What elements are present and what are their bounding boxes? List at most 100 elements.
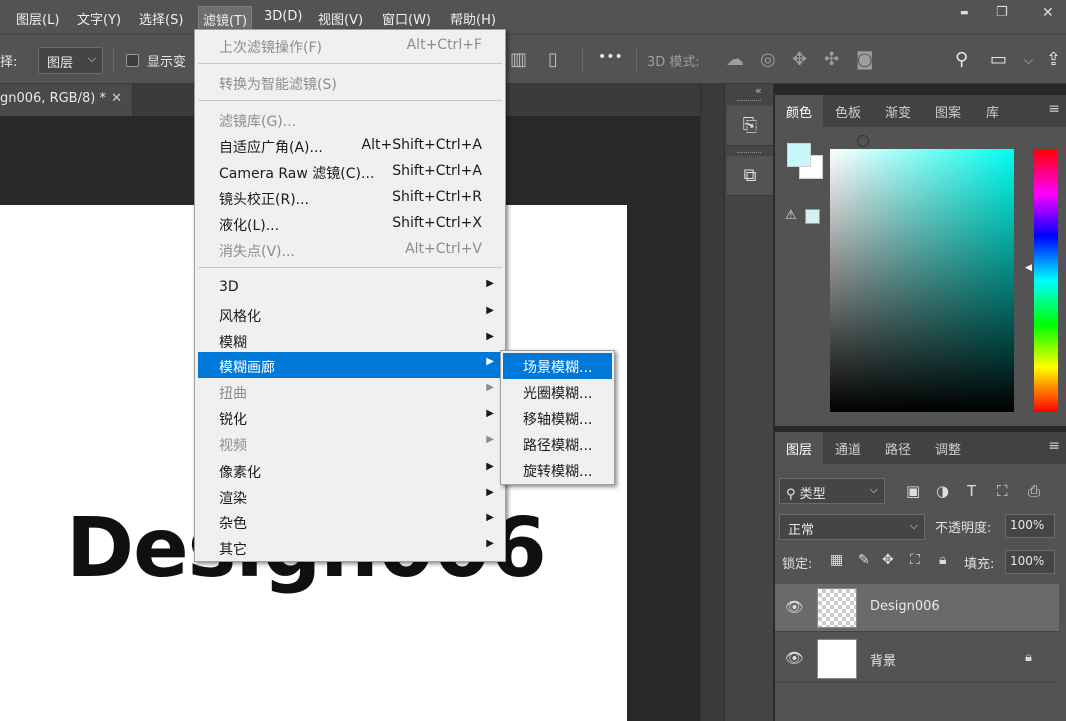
warning-icon[interactable]: ⚠ <box>785 208 797 223</box>
panel-grip[interactable] <box>737 152 761 155</box>
color-picker-cursor[interactable] <box>857 135 869 147</box>
hue-slider-handle[interactable]: ◀ <box>1025 263 1032 273</box>
minimize-button[interactable]: ▬ <box>946 0 986 28</box>
layer-row[interactable]: 👁︎ Design006 <box>775 584 1059 632</box>
menu-bar: 图层(L) 文字(Y) 选择(S) 滤镜(T) 3D(D) 视图(V) 窗口(W… <box>0 0 1066 34</box>
tab-color[interactable]: 颜色 <box>775 95 824 127</box>
menu-item-iris-blur[interactable]: 光圈模糊... <box>503 379 612 405</box>
lock-transparent-icon[interactable]: ▦ <box>830 552 843 568</box>
menu-item-blur[interactable]: 模糊 ▶ <box>198 327 502 353</box>
menu-3d[interactable]: 3D(D) <box>264 9 302 24</box>
lock-position-icon[interactable]: ✥ <box>882 552 894 568</box>
lock-all-icon[interactable]: 🔒︎ <box>939 552 946 568</box>
layer-row[interactable]: 👁︎ 背景 🔒︎ <box>775 635 1059 683</box>
layer-filter-select[interactable]: ⚲ 类型 ⌵ <box>779 478 885 504</box>
menu-select[interactable]: 选择(S) <box>139 9 183 28</box>
panel-menu-icon[interactable]: ≡ <box>1048 438 1060 454</box>
menu-item-path-blur[interactable]: 路径模糊... <box>503 431 612 457</box>
3d-orbit-icon[interactable]: ☁ <box>726 49 744 70</box>
menu-item-lens-correction[interactable]: 镜头校正(R)... Shift+Ctrl+R <box>198 184 502 210</box>
history-panel-button[interactable]: ⎘ <box>727 106 773 146</box>
panel-menu-icon[interactable]: ≡ <box>1048 101 1060 117</box>
vertical-scrollbar[interactable] <box>700 84 724 721</box>
3d-roll-icon[interactable]: ◎ <box>760 49 776 70</box>
menu-item-stylize[interactable]: 风格化 ▶ <box>198 301 502 327</box>
menu-item-other[interactable]: 其它 ▶ <box>198 534 502 560</box>
share-icon[interactable]: ⇪ <box>1046 49 1061 70</box>
filter-pixel-icon[interactable]: ▣ <box>906 482 920 500</box>
tab-channels[interactable]: 通道 <box>824 432 872 464</box>
chevron-down-icon[interactable]: ⌵ <box>1024 53 1033 68</box>
menu-window[interactable]: 窗口(W) <box>382 9 431 28</box>
menu-item-sharpen[interactable]: 锐化 ▶ <box>198 404 502 430</box>
search-icon[interactable]: ⚲ <box>955 49 968 70</box>
menu-type[interactable]: 文字(Y) <box>77 9 121 28</box>
cube-icon: ⧉ <box>743 165 757 186</box>
opacity-input[interactable]: 100% <box>1005 514 1055 538</box>
menu-item-pixelate[interactable]: 像素化 ▶ <box>198 457 502 483</box>
tab-layers[interactable]: 图层 <box>775 432 824 464</box>
menu-item-distort[interactable]: 扭曲 ▶ <box>198 378 502 404</box>
submenu-arrow-icon: ▶ <box>486 512 494 523</box>
menu-item-liquify[interactable]: 液化(L)... Shift+Ctrl+X <box>198 210 502 236</box>
filter-smart-object-icon[interactable]: ⎙ <box>1028 482 1040 500</box>
menu-item-noise[interactable]: 杂色 ▶ <box>198 508 502 534</box>
3d-mode-label: 3D 模式: <box>647 55 700 70</box>
menu-item-vanishing-point[interactable]: 消失点(V)... Alt+Ctrl+V <box>198 236 502 262</box>
menu-item-spin-blur[interactable]: 旋转模糊... <box>503 457 612 483</box>
blend-mode-select[interactable]: 正常 ⌵ <box>779 514 925 540</box>
menu-item-video[interactable]: 视频 ▶ <box>198 430 502 456</box>
align-distribute-icon[interactable]: ▥ <box>510 49 527 70</box>
menu-view[interactable]: 视图(V) <box>318 9 363 28</box>
fill-input[interactable]: 100% <box>1005 550 1055 574</box>
tab-swatches[interactable]: 色板 <box>824 95 872 127</box>
close-icon[interactable]: ✕ <box>111 91 122 106</box>
filter-type-icon[interactable]: T <box>967 482 976 500</box>
3d-slide-icon[interactable]: ✣ <box>824 49 839 70</box>
layer-thumbnail <box>817 588 857 628</box>
close-window-button[interactable]: ✕ <box>1028 0 1066 28</box>
menu-item-filter-gallery[interactable]: 滤镜库(G)... <box>198 106 502 132</box>
filter-adjustment-icon[interactable]: ◑ <box>936 482 949 500</box>
web-safe-color-swatch[interactable] <box>805 209 820 224</box>
menu-item-adaptive-wide-angle[interactable]: 自适应广角(A)... Alt+Shift+Ctrl+A <box>198 132 502 158</box>
workspace-icon[interactable]: ▭ <box>990 49 1007 70</box>
color-field[interactable] <box>830 149 1014 412</box>
menu-item-3d[interactable]: 3D ▶ <box>198 274 502 300</box>
blur-gallery-submenu: 场景模糊... 光圈模糊... 移轴模糊... 路径模糊... 旋转模糊... <box>500 350 615 485</box>
eye-icon[interactable]: 👁︎ <box>785 598 804 616</box>
tab-adjustments[interactable]: 调整 <box>924 432 972 464</box>
tab-libraries[interactable]: 库 <box>975 95 1010 127</box>
menu-item-camera-raw[interactable]: Camera Raw 滤镜(C)... Shift+Ctrl+A <box>198 158 502 184</box>
menu-item-last-filter[interactable]: 上次滤镜操作(F) Alt+Ctrl+F <box>198 32 502 58</box>
filter-shape-icon[interactable]: ⛶ <box>997 482 1008 500</box>
menu-item-convert-smart-filter[interactable]: 转换为智能滤镜(S) <box>198 69 502 95</box>
foreground-color-swatch[interactable] <box>787 143 811 167</box>
lock-artboard-icon[interactable]: ⛶ <box>910 552 920 568</box>
3d-pan-icon[interactable]: ✥ <box>792 49 807 70</box>
menu-layer[interactable]: 图层(L) <box>16 9 59 28</box>
hue-slider[interactable] <box>1034 149 1058 412</box>
collapse-panels-icon[interactable]: « <box>755 84 762 97</box>
auto-select-target[interactable]: 图层 ⌵ <box>38 47 103 74</box>
tab-paths[interactable]: 路径 <box>874 432 922 464</box>
3d-camera-icon[interactable]: ◙ <box>856 49 873 70</box>
distribute-icon[interactable]: ▯ <box>548 49 558 70</box>
submenu-arrow-icon: ▶ <box>486 356 494 367</box>
document-tab[interactable]: gn006, RGB/8) * ✕ <box>0 84 133 116</box>
lock-label: 锁定: <box>782 557 813 572</box>
menu-item-field-blur[interactable]: 场景模糊... <box>503 353 612 379</box>
lock-image-icon[interactable]: ✎ <box>858 552 870 568</box>
more-options-button[interactable]: ••• <box>598 49 623 65</box>
tab-patterns[interactable]: 图案 <box>924 95 972 127</box>
menu-item-render[interactable]: 渲染 ▶ <box>198 483 502 509</box>
panel-grip[interactable] <box>737 100 761 103</box>
menu-help[interactable]: 帮助(H) <box>450 9 496 28</box>
restore-button[interactable]: ❐ <box>982 0 1022 28</box>
tab-gradients[interactable]: 渐变 <box>874 95 922 127</box>
show-transform-checkbox[interactable] <box>126 54 139 67</box>
menu-item-blur-gallery[interactable]: 模糊画廊 ▶ <box>198 352 502 378</box>
eye-icon[interactable]: 👁︎ <box>785 649 804 667</box>
menu-item-tilt-shift[interactable]: 移轴模糊... <box>503 405 612 431</box>
3d-panel-button[interactable]: ⧉ <box>727 156 773 196</box>
